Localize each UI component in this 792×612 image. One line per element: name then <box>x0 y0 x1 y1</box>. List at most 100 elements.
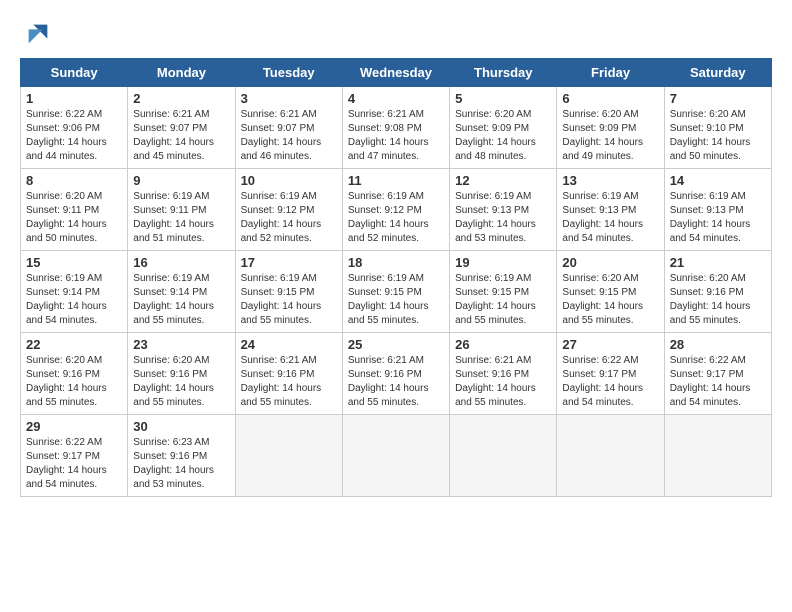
day-info: Sunrise: 6:23 AM Sunset: 9:16 PM Dayligh… <box>133 436 229 492</box>
day-number: 13 <box>562 173 658 188</box>
sunrise-label: Sunrise: 6:19 AM <box>455 191 531 202</box>
day-info: Sunrise: 6:19 AM Sunset: 9:14 PM Dayligh… <box>133 272 229 328</box>
day-info: Sunrise: 6:21 AM Sunset: 9:16 PM Dayligh… <box>348 354 444 410</box>
sunset-label: Sunset: 9:16 PM <box>133 369 207 380</box>
calendar-cell-day-24: 24 Sunrise: 6:21 AM Sunset: 9:16 PM Dayl… <box>235 333 342 415</box>
calendar-week-row: 15 Sunrise: 6:19 AM Sunset: 9:14 PM Dayl… <box>21 251 772 333</box>
daylight-label: Daylight: 14 hours and 54 minutes. <box>26 465 107 490</box>
calendar-cell-empty <box>342 415 449 497</box>
calendar-week-row: 22 Sunrise: 6:20 AM Sunset: 9:16 PM Dayl… <box>21 333 772 415</box>
day-info: Sunrise: 6:19 AM Sunset: 9:11 PM Dayligh… <box>133 190 229 246</box>
sunrise-label: Sunrise: 6:21 AM <box>455 355 531 366</box>
sunrise-label: Sunrise: 6:20 AM <box>455 109 531 120</box>
daylight-label: Daylight: 14 hours and 54 minutes. <box>670 219 751 244</box>
day-number: 9 <box>133 173 229 188</box>
day-number: 3 <box>241 91 337 106</box>
calendar-cell-day-29: 29 Sunrise: 6:22 AM Sunset: 9:17 PM Dayl… <box>21 415 128 497</box>
calendar-cell-day-10: 10 Sunrise: 6:19 AM Sunset: 9:12 PM Dayl… <box>235 169 342 251</box>
day-info: Sunrise: 6:20 AM Sunset: 9:16 PM Dayligh… <box>670 272 766 328</box>
day-info: Sunrise: 6:19 AM Sunset: 9:14 PM Dayligh… <box>26 272 122 328</box>
day-number: 11 <box>348 173 444 188</box>
sunrise-label: Sunrise: 6:20 AM <box>133 355 209 366</box>
day-number: 24 <box>241 337 337 352</box>
sunrise-label: Sunrise: 6:22 AM <box>26 437 102 448</box>
day-info: Sunrise: 6:19 AM Sunset: 9:15 PM Dayligh… <box>455 272 551 328</box>
sunrise-label: Sunrise: 6:19 AM <box>241 191 317 202</box>
sunrise-label: Sunrise: 6:20 AM <box>26 191 102 202</box>
calendar-cell-day-23: 23 Sunrise: 6:20 AM Sunset: 9:16 PM Dayl… <box>128 333 235 415</box>
weekday-header-tuesday: Tuesday <box>235 59 342 87</box>
sunrise-label: Sunrise: 6:21 AM <box>133 109 209 120</box>
day-info: Sunrise: 6:21 AM Sunset: 9:16 PM Dayligh… <box>241 354 337 410</box>
day-number: 12 <box>455 173 551 188</box>
weekday-header-saturday: Saturday <box>664 59 771 87</box>
sunset-label: Sunset: 9:09 PM <box>455 123 529 134</box>
day-number: 29 <box>26 419 122 434</box>
calendar-cell-empty <box>557 415 664 497</box>
calendar-week-row: 1 Sunrise: 6:22 AM Sunset: 9:06 PM Dayli… <box>21 87 772 169</box>
calendar-cell-day-28: 28 Sunrise: 6:22 AM Sunset: 9:17 PM Dayl… <box>664 333 771 415</box>
sunset-label: Sunset: 9:15 PM <box>241 287 315 298</box>
sunset-label: Sunset: 9:14 PM <box>26 287 100 298</box>
sunset-label: Sunset: 9:14 PM <box>133 287 207 298</box>
day-info: Sunrise: 6:20 AM Sunset: 9:15 PM Dayligh… <box>562 272 658 328</box>
calendar-cell-day-21: 21 Sunrise: 6:20 AM Sunset: 9:16 PM Dayl… <box>664 251 771 333</box>
sunrise-label: Sunrise: 6:20 AM <box>562 273 638 284</box>
sunrise-label: Sunrise: 6:22 AM <box>562 355 638 366</box>
calendar-cell-day-3: 3 Sunrise: 6:21 AM Sunset: 9:07 PM Dayli… <box>235 87 342 169</box>
daylight-label: Daylight: 14 hours and 55 minutes. <box>133 301 214 326</box>
day-number: 15 <box>26 255 122 270</box>
sunrise-label: Sunrise: 6:20 AM <box>562 109 638 120</box>
sunset-label: Sunset: 9:16 PM <box>348 369 422 380</box>
day-number: 16 <box>133 255 229 270</box>
daylight-label: Daylight: 14 hours and 54 minutes. <box>562 219 643 244</box>
sunrise-label: Sunrise: 6:21 AM <box>348 355 424 366</box>
sunset-label: Sunset: 9:13 PM <box>562 205 636 216</box>
daylight-label: Daylight: 14 hours and 46 minutes. <box>241 137 322 162</box>
day-info: Sunrise: 6:19 AM Sunset: 9:13 PM Dayligh… <box>455 190 551 246</box>
daylight-label: Daylight: 14 hours and 53 minutes. <box>455 219 536 244</box>
sunrise-label: Sunrise: 6:19 AM <box>26 273 102 284</box>
calendar-cell-empty <box>235 415 342 497</box>
weekday-header-friday: Friday <box>557 59 664 87</box>
sunset-label: Sunset: 9:15 PM <box>562 287 636 298</box>
day-number: 1 <box>26 91 122 106</box>
calendar-cell-day-20: 20 Sunrise: 6:20 AM Sunset: 9:15 PM Dayl… <box>557 251 664 333</box>
sunrise-label: Sunrise: 6:21 AM <box>241 355 317 366</box>
logo-icon <box>24 20 52 48</box>
sunset-label: Sunset: 9:06 PM <box>26 123 100 134</box>
sunset-label: Sunset: 9:15 PM <box>348 287 422 298</box>
sunset-label: Sunset: 9:13 PM <box>455 205 529 216</box>
calendar-cell-day-7: 7 Sunrise: 6:20 AM Sunset: 9:10 PM Dayli… <box>664 87 771 169</box>
sunrise-label: Sunrise: 6:19 AM <box>241 273 317 284</box>
calendar-cell-day-27: 27 Sunrise: 6:22 AM Sunset: 9:17 PM Dayl… <box>557 333 664 415</box>
day-info: Sunrise: 6:19 AM Sunset: 9:12 PM Dayligh… <box>348 190 444 246</box>
day-info: Sunrise: 6:20 AM Sunset: 9:10 PM Dayligh… <box>670 108 766 164</box>
daylight-label: Daylight: 14 hours and 44 minutes. <box>26 137 107 162</box>
sunrise-label: Sunrise: 6:20 AM <box>670 109 746 120</box>
day-number: 10 <box>241 173 337 188</box>
sunrise-label: Sunrise: 6:20 AM <box>26 355 102 366</box>
sunrise-label: Sunrise: 6:19 AM <box>133 191 209 202</box>
sunset-label: Sunset: 9:17 PM <box>670 369 744 380</box>
calendar-cell-day-19: 19 Sunrise: 6:19 AM Sunset: 9:15 PM Dayl… <box>450 251 557 333</box>
sunset-label: Sunset: 9:12 PM <box>241 205 315 216</box>
daylight-label: Daylight: 14 hours and 52 minutes. <box>241 219 322 244</box>
day-info: Sunrise: 6:22 AM Sunset: 9:06 PM Dayligh… <box>26 108 122 164</box>
daylight-label: Daylight: 14 hours and 48 minutes. <box>455 137 536 162</box>
daylight-label: Daylight: 14 hours and 52 minutes. <box>348 219 429 244</box>
sunrise-label: Sunrise: 6:20 AM <box>670 273 746 284</box>
calendar-cell-day-1: 1 Sunrise: 6:22 AM Sunset: 9:06 PM Dayli… <box>21 87 128 169</box>
daylight-label: Daylight: 14 hours and 55 minutes. <box>348 301 429 326</box>
calendar-cell-day-13: 13 Sunrise: 6:19 AM Sunset: 9:13 PM Dayl… <box>557 169 664 251</box>
calendar-cell-day-5: 5 Sunrise: 6:20 AM Sunset: 9:09 PM Dayli… <box>450 87 557 169</box>
sunrise-label: Sunrise: 6:22 AM <box>26 109 102 120</box>
day-info: Sunrise: 6:20 AM Sunset: 9:16 PM Dayligh… <box>133 354 229 410</box>
day-info: Sunrise: 6:19 AM Sunset: 9:13 PM Dayligh… <box>562 190 658 246</box>
sunrise-label: Sunrise: 6:19 AM <box>562 191 638 202</box>
daylight-label: Daylight: 14 hours and 54 minutes. <box>26 301 107 326</box>
calendar-cell-empty <box>450 415 557 497</box>
calendar-cell-day-11: 11 Sunrise: 6:19 AM Sunset: 9:12 PM Dayl… <box>342 169 449 251</box>
sunrise-label: Sunrise: 6:19 AM <box>133 273 209 284</box>
calendar-cell-day-30: 30 Sunrise: 6:23 AM Sunset: 9:16 PM Dayl… <box>128 415 235 497</box>
